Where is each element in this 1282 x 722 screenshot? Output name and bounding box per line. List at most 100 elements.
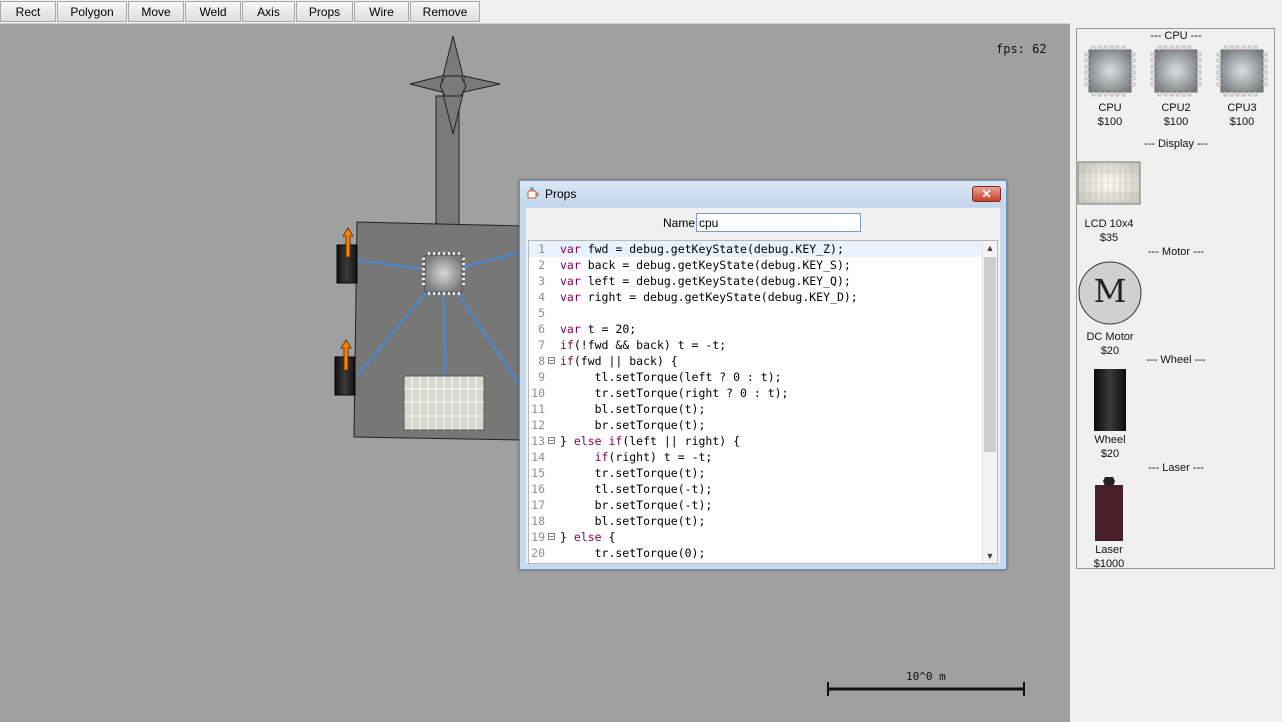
code-line[interactable]: 20 tr.setTorque(0); [529,545,986,561]
scroll-down-icon[interactable]: ▼ [983,549,997,563]
code-line[interactable]: 19−} else { [529,529,986,545]
move-tool-button[interactable]: Move [128,1,184,22]
code-text: br.setTorque(t); [560,418,706,432]
code-text: tl.setTorque(-t); [560,482,713,496]
robot-cpu-chip [422,252,465,295]
code-line[interactable]: 17 br.setTorque(-t); [529,497,986,513]
scrollbar-thumb[interactable] [984,257,996,452]
code-text: tl.setTorque(0); [560,561,706,563]
blade-right [463,75,501,93]
dialog-title: Props [545,187,577,201]
code-line[interactable]: 4 var right = debug.getKeyState(debug.KEY… [529,289,986,305]
line-number: 9 [538,370,545,384]
fold-toggle-icon[interactable]: − [548,437,555,445]
palette-item-label: CPU [1098,102,1122,114]
palette-item-price: $100 [1229,116,1255,128]
blade-hub [439,75,467,97]
palette-item-price: $20 [1100,345,1120,357]
code-line[interactable]: 1 var fwd = debug.getKeyState(debug.KEY_Z… [529,241,986,257]
line-number: 5 [538,306,545,320]
code-text: tr.setTorque(0); [560,546,706,560]
section-motor: --- Motor --- [1147,246,1205,258]
palette-item-wheel[interactable]: Wheel $20 [1075,369,1145,461]
blade-left [409,75,443,93]
section-cpu: --- CPU --- [1150,30,1202,42]
fold-toggle-icon[interactable]: − [548,357,555,365]
editor-scrollbar[interactable]: ▲ ▼ [982,241,997,563]
props-tool-button[interactable]: Props [296,1,353,22]
palette-item-price: $20 [1100,448,1120,460]
code-line[interactable]: 21 tl.setTorque(0); [529,561,986,563]
line-number: 3 [538,274,545,288]
palette-item-price: $35 [1099,232,1119,244]
code-line[interactable]: 14 if(right) t = -t; [529,449,986,465]
palette-item-cpu2[interactable]: CPU2 $100 [1141,45,1211,129]
code-text: bl.setTorque(t); [560,402,706,416]
code-line[interactable]: 9 tl.setTorque(left ? 0 : t); [529,369,986,385]
palette-item-lcd[interactable]: LCD 10x4 $35 [1074,161,1144,245]
laser-icon [1093,477,1125,541]
palette-item-cpu[interactable]: CPU $100 [1075,45,1145,129]
robot-lcd [403,375,485,431]
rect-tool-button[interactable]: Rect [0,1,56,22]
cpu-chip-icon [1150,45,1202,97]
line-number: 12 [531,418,545,432]
palette-item-price: $100 [1163,116,1189,128]
scroll-up-icon[interactable]: ▲ [983,241,997,255]
line-number: 11 [531,402,545,416]
dialog-titlebar[interactable]: Props ✕ [520,181,1006,207]
props-dialog: Props ✕ Name 21 tl.setTorque(0);20 tr.se… [519,180,1007,570]
name-input[interactable] [696,213,861,232]
dialog-body: Name 21 tl.setTorque(0);20 tr.setTorque(… [526,208,1000,564]
weld-tool-button[interactable]: Weld [185,1,241,22]
code-line[interactable]: 12 br.setTorque(t); [529,417,986,433]
line-number: 20 [531,546,545,560]
line-number: 1 [538,242,545,256]
code-text: var fwd = debug.getKeyState(debug.KEY_Z)… [560,242,844,256]
code-line[interactable]: 8− if(fwd || back) { [529,353,986,369]
blade-top [442,35,464,77]
code-text: var left = debug.getKeyState(debug.KEY_Q… [560,274,851,288]
cpu-chip-icon [1216,45,1268,97]
code-line[interactable]: 6 var t = 20; [529,321,986,337]
motor-glyph: M [1093,272,1127,310]
palette-item-label: DC Motor [1086,331,1134,343]
code-line[interactable]: 7 if(!fwd && back) t = -t; [529,337,986,353]
code-line[interactable]: 10 tr.setTorque(right ? 0 : t); [529,385,986,401]
line-number: 7 [538,338,545,352]
palette-item-price: $100 [1097,116,1123,128]
polygon-tool-button[interactable]: Polygon [57,1,127,22]
line-number: 10 [531,386,545,400]
java-app-icon [527,186,539,199]
palette-item-dc-motor[interactable]: M DC Motor $20 [1075,261,1145,358]
toolbar: Rect Polygon Move Weld Axis Props Wire R… [0,0,1282,23]
wheel-icon [1094,369,1126,431]
axis-tool-button[interactable]: Axis [242,1,295,22]
line-number: 2 [538,258,545,272]
name-label: Name [663,216,696,230]
palette-item-cpu3[interactable]: CPU3 $100 [1207,45,1277,129]
palette-item-label: CPU3 [1227,102,1257,114]
palette-item-label: CPU2 [1161,102,1191,114]
code-line[interactable]: 13−} else if(left || right) { [529,433,986,449]
close-button[interactable]: ✕ [972,186,1001,202]
palette-item-label: Wheel [1094,434,1126,446]
palette-item-laser[interactable]: Laser $1000 [1074,477,1144,571]
code-line[interactable]: 11 bl.setTorque(t); [529,401,986,417]
fold-toggle-icon[interactable]: − [548,533,555,541]
code-line[interactable]: 3 var left = debug.getKeyState(debug.KEY_… [529,273,986,289]
code-line[interactable]: 15 tr.setTorque(t); [529,465,986,481]
code-line[interactable]: 2 var back = debug.getKeyState(debug.KEY_… [529,257,986,273]
wire-tool-button[interactable]: Wire [354,1,409,22]
code-editor[interactable]: 21 tl.setTorque(0);20 tr.setTorque(0);19… [528,240,998,564]
code-line[interactable]: 5 [529,305,986,321]
cpu-chip-icon [1084,45,1136,97]
code-text: var t = 20; [560,322,637,336]
code-line[interactable]: 16 tl.setTorque(-t); [529,481,986,497]
remove-tool-button[interactable]: Remove [410,1,480,22]
code-line[interactable]: 18 bl.setTorque(t); [529,513,986,529]
line-number: 19 [531,530,545,544]
palette-item-price: $1000 [1093,558,1125,570]
line-number: 17 [531,498,545,512]
line-number: 15 [531,466,545,480]
